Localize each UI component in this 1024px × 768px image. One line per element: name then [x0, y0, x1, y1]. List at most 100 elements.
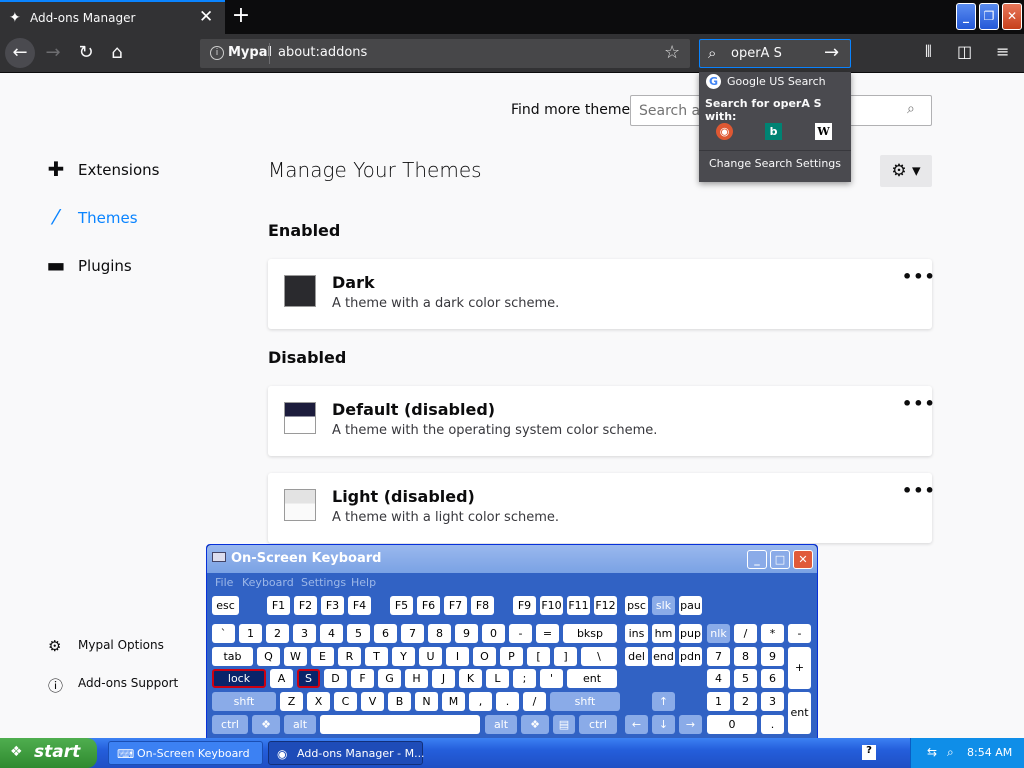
osk-key[interactable]: ; [513, 669, 536, 688]
osk-key[interactable]: slk [652, 596, 675, 615]
osk-key[interactable]: ins [625, 624, 648, 643]
taskbar-item-addons[interactable]: ◉ Add-ons Manager - M... [268, 741, 425, 765]
osk-key[interactable]: F6 [417, 596, 440, 615]
osk-key[interactable]: * [761, 624, 784, 643]
osk-key[interactable]: lock [212, 669, 266, 688]
osk-menu-keyboard[interactable]: Keyboard [242, 576, 294, 589]
osk-key[interactable]: F10 [540, 596, 563, 615]
osk-key[interactable]: V [361, 692, 384, 711]
theme-card-light[interactable]: Light (disabled) A theme with a light co… [268, 473, 935, 543]
osk-key[interactable]: F7 [444, 596, 467, 615]
osk-key[interactable]: shft [212, 692, 276, 711]
osk-close-button[interactable]: ✕ [793, 550, 813, 569]
search-go-icon[interactable]: → [824, 42, 839, 63]
wikipedia-icon[interactable]: W [815, 123, 832, 140]
osk-key[interactable]: F4 [348, 596, 371, 615]
osk-key[interactable]: N [415, 692, 438, 711]
osk-key[interactable]: bksp [563, 624, 617, 643]
osk-key[interactable]: 2 [734, 692, 757, 711]
osk-key[interactable]: H [405, 669, 428, 688]
osk-key[interactable]: 2 [266, 624, 289, 643]
osk-key[interactable]: . [496, 692, 519, 711]
osk-key[interactable]: 3 [761, 692, 784, 711]
tools-gear-button[interactable]: ⚙ ▾ [880, 155, 932, 187]
osk-key[interactable]: alt [284, 715, 316, 734]
info-icon[interactable]: i [210, 46, 224, 60]
new-tab-button[interactable]: + [230, 3, 252, 28]
network-icon[interactable]: ⇆ [927, 745, 937, 759]
osk-key[interactable]: G [378, 669, 401, 688]
bookmark-star-icon[interactable]: ☆ [664, 42, 680, 63]
osk-key[interactable]: F2 [294, 596, 317, 615]
osk-key[interactable]: 7 [707, 647, 730, 666]
osk-key[interactable]: F5 [390, 596, 413, 615]
osk-key[interactable]: 0 [482, 624, 505, 643]
reload-button[interactable]: ↻ [71, 38, 101, 68]
osk-key[interactable]: pdn [679, 647, 702, 666]
search-icon[interactable]: ⌕ [947, 745, 954, 760]
osk-key[interactable]: 4 [707, 669, 730, 688]
window-restore-button[interactable]: ❐ [979, 3, 999, 30]
osk-key[interactable]: ↓ [652, 715, 675, 734]
osk-key[interactable]: 0 [707, 715, 757, 734]
osk-key[interactable]: B [388, 692, 411, 711]
osk-key[interactable]: 3 [293, 624, 316, 643]
tab-addons-manager[interactable]: ✦ Add-ons Manager ✕ [0, 0, 225, 34]
osk-key[interactable]: alt [485, 715, 517, 734]
osk-key[interactable]: Y [392, 647, 415, 666]
osk-key[interactable]: Z [280, 692, 303, 711]
osk-win-key[interactable]: ❖ [252, 715, 280, 734]
change-search-settings-button[interactable]: Change Search Settings [699, 157, 851, 170]
hamburger-menu-icon[interactable]: ≡ [996, 42, 1009, 61]
osk-key[interactable]: = [536, 624, 559, 643]
bing-icon[interactable]: b [765, 123, 782, 140]
osk-key[interactable]: + [788, 647, 811, 689]
start-button[interactable]: ❖ start [0, 738, 97, 768]
osk-key[interactable]: shft [550, 692, 620, 711]
osk-key[interactable]: L [486, 669, 509, 688]
theme-card-dark[interactable]: Dark A theme with a dark color scheme. •… [268, 259, 935, 329]
osk-menu-key[interactable]: ▤ [553, 715, 575, 734]
osk-key[interactable]: ` [212, 624, 235, 643]
osk-key[interactable]: 5 [734, 669, 757, 688]
osk-key[interactable]: 6 [761, 669, 784, 688]
osk-key[interactable]: 9 [455, 624, 478, 643]
osk-menu-settings[interactable]: Settings [301, 576, 346, 589]
osk-key[interactable]: M [442, 692, 465, 711]
osk-key[interactable]: ctrl [212, 715, 248, 734]
help-tray-icon[interactable]: ? [862, 745, 876, 760]
osk-key[interactable]: ent [788, 692, 811, 734]
osk-key[interactable]: \ [581, 647, 617, 666]
osk-key[interactable]: 6 [374, 624, 397, 643]
osk-key[interactable]: 5 [347, 624, 370, 643]
osk-key[interactable]: del [625, 647, 648, 666]
osk-key[interactable]: psc [625, 596, 648, 615]
osk-key[interactable]: S [297, 669, 320, 688]
osk-key[interactable]: . [761, 715, 784, 734]
osk-key[interactable]: ] [554, 647, 577, 666]
osk-key[interactable]: Q [257, 647, 280, 666]
osk-key[interactable]: ↑ [652, 692, 675, 711]
osk-key[interactable]: ← [625, 715, 648, 734]
osk-key[interactable]: A [270, 669, 293, 688]
osk-key[interactable]: / [523, 692, 546, 711]
osk-key[interactable]: F11 [567, 596, 590, 615]
osk-key[interactable]: nlk [707, 624, 730, 643]
osk-titlebar[interactable]: On-Screen Keyboard _ □ ✕ [207, 545, 817, 573]
taskbar-item-osk[interactable]: ⌨ On-Screen Keyboard [108, 741, 263, 765]
osk-key[interactable]: esc [212, 596, 239, 615]
osk-key[interactable]: [ [527, 647, 550, 666]
osk-key[interactable]: - [788, 624, 811, 643]
osk-key[interactable]: 7 [401, 624, 424, 643]
close-tab-icon[interactable]: ✕ [199, 7, 213, 27]
osk-key[interactable]: T [365, 647, 388, 666]
duckduckgo-icon[interactable]: ◉ [716, 123, 733, 140]
forward-button[interactable]: → [38, 38, 68, 68]
more-options-icon[interactable]: ••• [902, 394, 936, 413]
home-button[interactable]: ⌂ [102, 38, 132, 68]
osk-key[interactable]: pau [679, 596, 702, 615]
osk-key[interactable]: E [311, 647, 334, 666]
google-search-option[interactable]: G Google US Search [699, 72, 851, 94]
url-bar[interactable]: i Mypal about:addons ☆ [200, 39, 690, 68]
osk-key[interactable]: F12 [594, 596, 617, 615]
